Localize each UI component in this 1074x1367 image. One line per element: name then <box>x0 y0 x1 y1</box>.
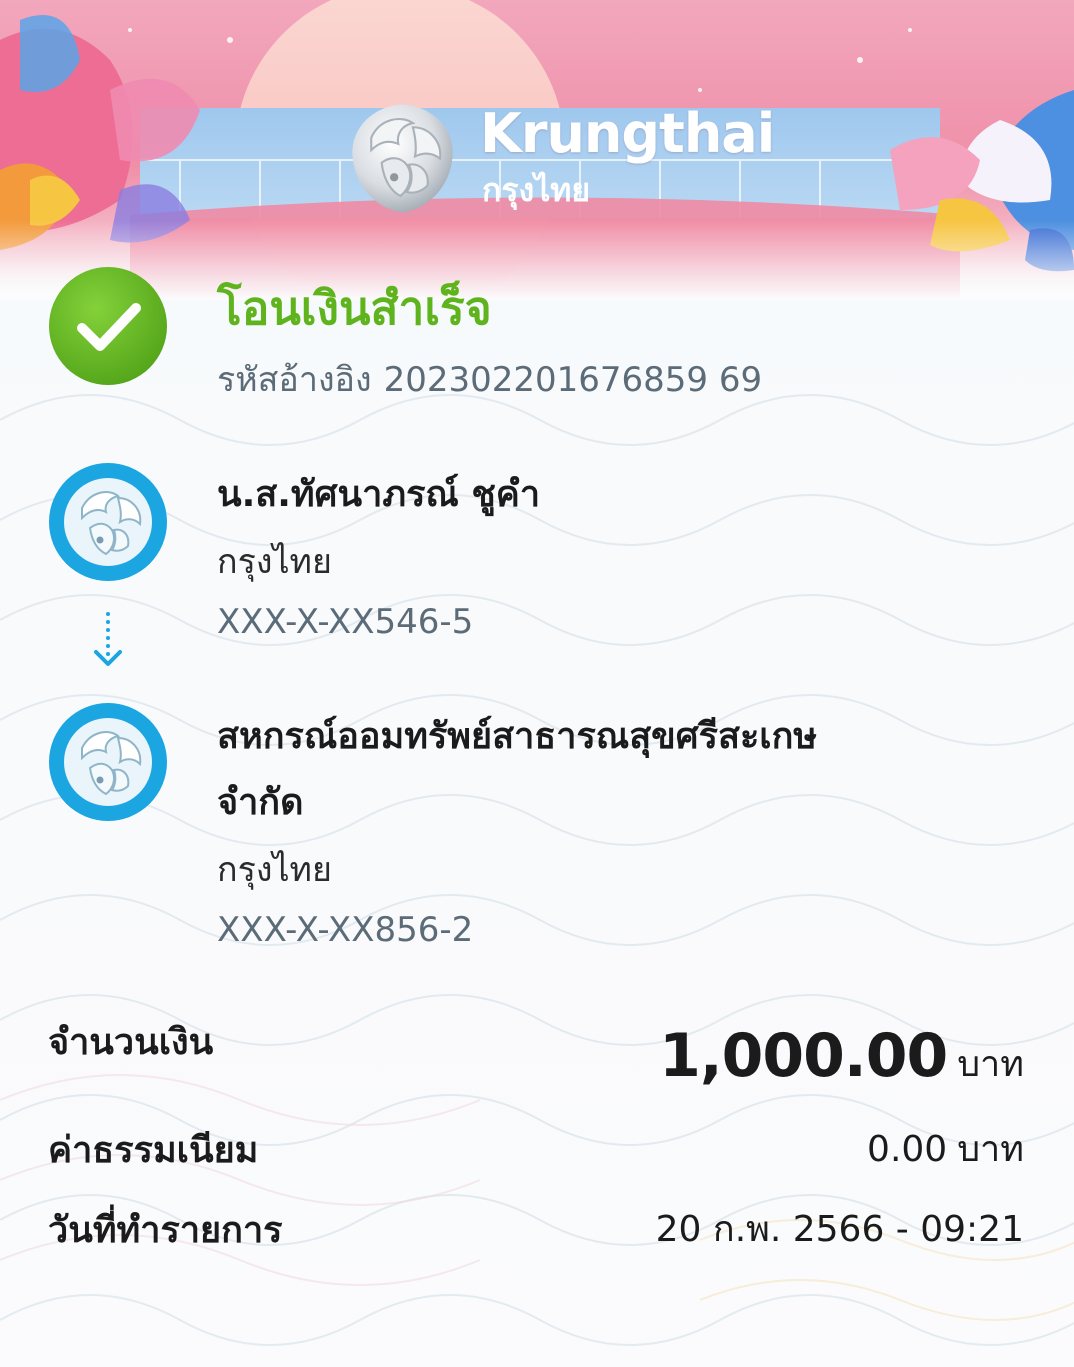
fee-value-group: 0.00 บาท <box>867 1124 1024 1176</box>
amount-label: จำนวนเงิน <box>48 1022 214 1063</box>
sender-bank-logo-icon <box>49 463 167 581</box>
brand-name-en: Krungthai <box>480 102 775 165</box>
brand-name-th: กรุงไทย <box>482 171 591 209</box>
receiver-name: สหกรณ์ออมทรัพย์สาธารณสุขศรีสะเกษ จำกัด <box>217 716 818 823</box>
arrow-down-icon <box>94 612 122 666</box>
receiver-bank-logo-icon <box>49 703 167 821</box>
reference-number: 202302201676859 69 <box>383 360 763 400</box>
receiver-account: XXX-X-XX856-2 <box>217 910 474 950</box>
transfer-slip: Krungthai กรุงไทย โอนเงินสำเร็จ รหัสอ้าง… <box>0 0 1074 1367</box>
amount-unit: บาท <box>957 1044 1024 1085</box>
reference-label: รหัสอ้างอิง <box>217 360 372 400</box>
fee-value: 0.00 <box>867 1129 948 1170</box>
amount-value-group: 1,000.00 บาท <box>659 1016 1024 1105</box>
amount-value: 1,000.00 <box>659 1021 948 1091</box>
check-circle-icon <box>49 267 167 385</box>
sender-account: XXX-X-XX546-5 <box>217 602 474 642</box>
krungthai-logo-icon <box>352 104 453 213</box>
fee-label: ค่าธรรมเนียม <box>48 1130 259 1171</box>
sender-name: น.ส.ทัศนาภรณ์ ชูคำ <box>217 474 541 515</box>
status-title: โอนเงินสำเร็จ <box>217 281 492 335</box>
fee-unit: บาท <box>957 1129 1024 1170</box>
reference-line: รหัสอ้างอิง 202302201676859 69 <box>217 356 774 404</box>
date-label: วันที่ทำรายการ <box>48 1210 283 1251</box>
date-value: 20 ก.พ. 2566 - 09:21 <box>655 1209 1024 1250</box>
sender-bank: กรุงไทย <box>217 542 332 582</box>
receiver-bank: กรุงไทย <box>217 850 332 890</box>
